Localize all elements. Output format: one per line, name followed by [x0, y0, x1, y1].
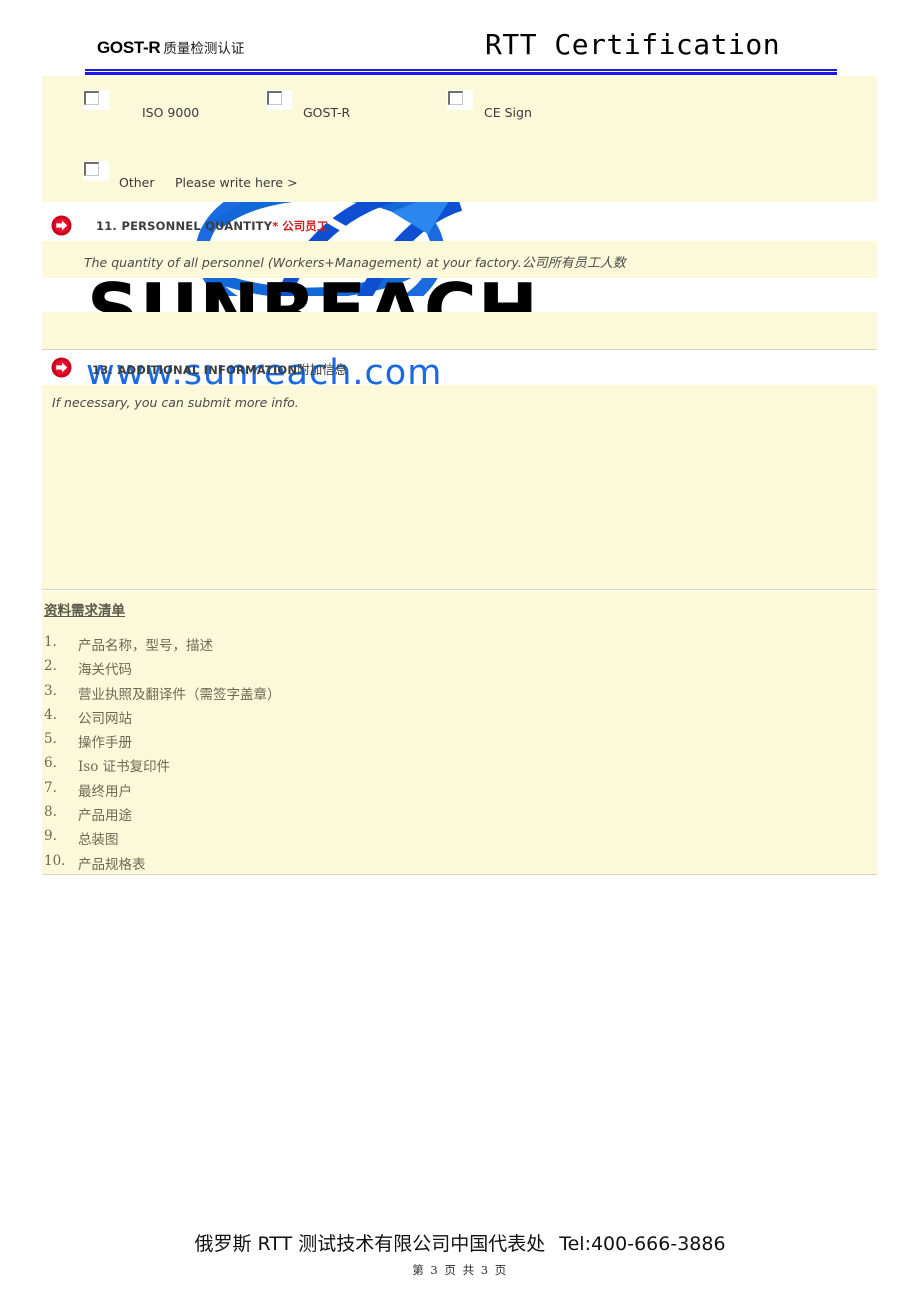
list-item: 8. 产品用途	[44, 804, 544, 828]
checkbox-other[interactable]	[83, 161, 109, 181]
list-item-number: 4.	[44, 706, 57, 723]
list-item: 10. 产品规格表	[44, 853, 544, 877]
list-item: 4. 公司网站	[44, 707, 544, 731]
additional-information-textarea[interactable]	[42, 385, 877, 590]
list-item-text: 总装图	[78, 832, 119, 849]
personnel-hint-en: The quantity of all personnel (Workers+M…	[84, 255, 522, 270]
list-item: 5. 操作手册	[44, 731, 544, 755]
checkbox-ce-sign[interactable]	[447, 90, 473, 110]
footer-company: 俄罗斯 RTT 测试技术有限公司中国代表处	[194, 1233, 546, 1255]
list-item: 9. 总装图	[44, 828, 544, 852]
list-item-number: 6.	[44, 755, 57, 772]
list-item-number: 5.	[44, 731, 57, 748]
list-item: 3. 营业执照及翻译件（需签字盖章）	[44, 683, 544, 707]
checkbox-glyph-icon	[84, 162, 99, 176]
list-item: 6. Iso 证书复印件	[44, 755, 544, 779]
list-item-text: Iso 证书复印件	[78, 759, 171, 776]
checkbox-label-ce-sign: CE Sign	[484, 105, 532, 120]
section-header-personnel-quantity: 11. PERSONNEL QUANTITY* 公司员工	[42, 210, 877, 240]
checkbox-label-gost-r: GOST-R	[303, 105, 351, 120]
list-item-text: 最终用户	[78, 783, 132, 800]
list-item-number: 10.	[44, 852, 66, 869]
requirements-list: 1. 产品名称，型号，描述 2. 海关代码 3. 营业执照及翻译件（需签字盖章）…	[44, 634, 544, 877]
list-item-number: 7.	[44, 779, 57, 796]
list-item-text: 产品名称，型号，描述	[78, 638, 213, 654]
list-item-text: 营业执照及翻译件（需签字盖章）	[78, 686, 281, 703]
section-title-additional-information: 13. ADDITIONAL INFORMATION附加信息	[92, 359, 347, 379]
checkbox-glyph-icon	[448, 91, 463, 105]
checkbox-gost-r[interactable]	[266, 90, 292, 110]
list-item: 1. 产品名称，型号，描述	[44, 634, 544, 658]
list-item-number: 3.	[44, 682, 57, 699]
arrow-bullet-icon	[51, 215, 72, 236]
section-title-cn: 公司员工	[282, 219, 329, 233]
list-item-text: 产品用途	[78, 808, 132, 825]
personnel-hint-cn: 公司所有员工人数	[521, 256, 626, 271]
header-title-right: RTT Certification	[485, 28, 781, 61]
page-header: GOST-R 质量检测认证 RTT Certification	[85, 28, 837, 78]
requirements-title: 资料需求清单	[44, 603, 125, 619]
list-item-text: 操作手册	[78, 735, 132, 752]
list-item: 7. 最终用户	[44, 780, 544, 804]
personnel-answer-band[interactable]	[42, 312, 877, 350]
list-item-number: 8.	[44, 804, 57, 821]
list-item-text: 海关代码	[78, 662, 132, 679]
other-write-here-hint: Please write here >	[175, 175, 298, 190]
section-number: 13.	[92, 363, 113, 377]
arrow-bullet-icon	[51, 357, 72, 378]
personnel-answer-row[interactable]	[42, 278, 877, 312]
section-title-personnel-quantity: 11. PERSONNEL QUANTITY* 公司员工	[96, 217, 328, 235]
list-item: 2. 海关代码	[44, 658, 544, 682]
list-item-number: 9.	[44, 828, 57, 845]
section-title-en: ADDITIONAL INFORMATION	[117, 363, 298, 377]
section-number: 11.	[96, 219, 117, 233]
personnel-hint-text: The quantity of all personnel (Workers+M…	[84, 252, 626, 271]
header-brand-en: GOST-R	[97, 38, 161, 57]
list-item-text: 产品规格表	[78, 856, 146, 873]
section-header-additional-information: 13. ADDITIONAL INFORMATION附加信息	[42, 352, 877, 382]
required-marker: *	[272, 219, 279, 233]
header-brand-cn: 质量检测认证	[163, 41, 245, 57]
footer-telephone: Tel:400-666-3886	[559, 1233, 726, 1255]
checkbox-label-iso-9000: ISO 9000	[142, 105, 200, 120]
section-title-cn: 附加信息	[297, 362, 348, 377]
additional-information-hint: If necessary, you can submit more info.	[52, 395, 299, 410]
checkbox-label-other: Other	[119, 175, 155, 190]
checkbox-glyph-icon	[267, 91, 282, 105]
list-item-text: 公司网站	[78, 710, 132, 727]
list-item-number: 2.	[44, 658, 57, 675]
checkbox-glyph-icon	[84, 91, 99, 105]
list-item-number: 1.	[44, 634, 57, 650]
footer-page-number: 第 3 页 共 3 页	[412, 1263, 508, 1277]
checkbox-iso-9000[interactable]	[83, 90, 109, 110]
document-page: GOST-R 质量检测认证 RTT Certification SUNREACH…	[0, 0, 920, 1302]
footer-company-line: 俄罗斯 RTT 测试技术有限公司中国代表处 Tel:400-666-3886	[0, 1229, 920, 1256]
section-title-en: PERSONNEL QUANTITY	[121, 219, 273, 233]
header-brand: GOST-R 质量检测认证	[97, 37, 244, 58]
